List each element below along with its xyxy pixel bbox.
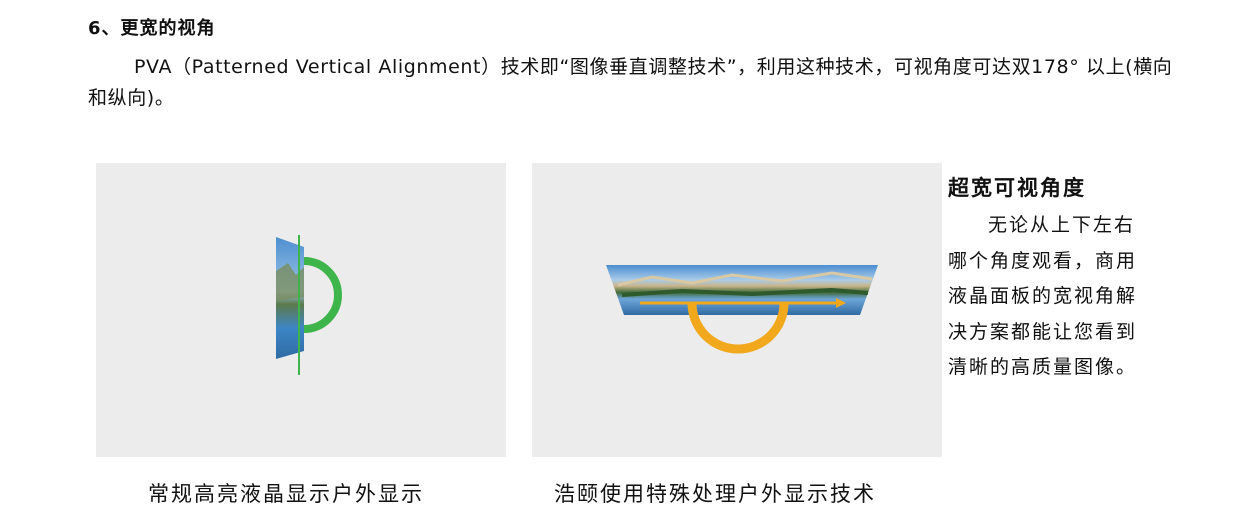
intro-paragraph-text: PVA（Patterned Vertical Alignment）技术即“图像垂… (88, 56, 1173, 109)
sidebar-body: 无论从上下左右哪个角度观看，商用液晶面板的宽视角解决方案都能让您看到清晰的高质量… (948, 208, 1154, 386)
intro-paragraph: PVA（Patterned Vertical Alignment）技术即“图像垂… (88, 52, 1178, 114)
viewing-angle-arc (303, 257, 342, 333)
caption-wide-angle: 浩颐使用特殊处理户外显示技术 (554, 482, 876, 506)
sidebar-body-text: 无论从上下左右哪个角度观看，商用液晶面板的宽视角解决方案都能让您看到清晰的高质量… (948, 214, 1138, 378)
caption-conventional: 常规高亮液晶显示户外显示 (148, 482, 424, 506)
wide-angle-illustration (606, 265, 878, 354)
narrow-angle-illustration (276, 235, 342, 375)
figure-wide-angle-display (532, 163, 942, 457)
sidebar-title: 超宽可视角度 (948, 176, 1086, 200)
section-heading: 6、更宽的视角 (88, 18, 216, 39)
figure-conventional-display (96, 163, 506, 457)
